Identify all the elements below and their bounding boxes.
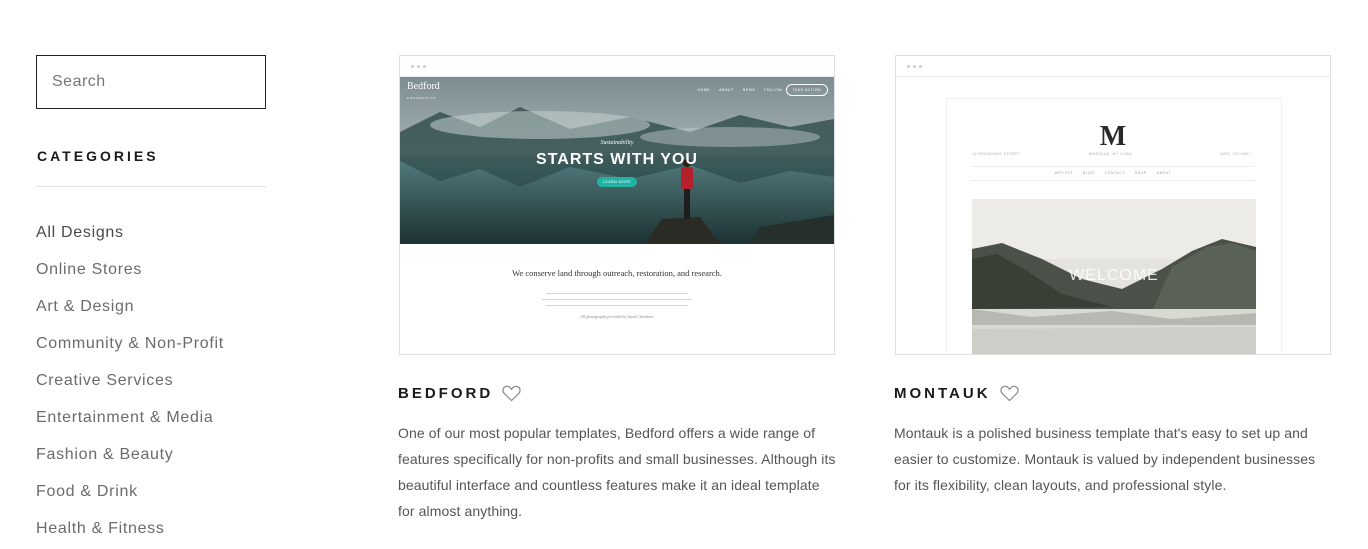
bedford-preview-eyebrow: Sustainability bbox=[600, 140, 634, 146]
category-community-non-profit[interactable]: Community & Non-Profit bbox=[36, 334, 224, 371]
montauk-preview-rule bbox=[971, 180, 1255, 181]
heart-icon[interactable] bbox=[999, 385, 1019, 402]
bedford-preview-credit: All photography provided by Jared Chambe… bbox=[580, 314, 654, 319]
template-name[interactable]: MONTAUK bbox=[894, 385, 991, 402]
montauk-preview-welcome: WELCOME bbox=[1069, 267, 1159, 284]
category-fashion-beauty[interactable]: Fashion & Beauty bbox=[36, 445, 224, 482]
montauk-preview-location: MONTAUK, NY 11954 bbox=[1089, 152, 1132, 156]
template-preview-bedford[interactable]: Bedford FOUNDATION HOME ABOUT NEWS FOLLO… bbox=[399, 55, 835, 355]
browser-dots bbox=[411, 65, 426, 68]
bedford-preview-text-line bbox=[546, 293, 688, 294]
montauk-preview-rule bbox=[971, 166, 1255, 167]
template-preview-montauk[interactable]: M 12 BROADWAY STREET MONTAUK, NY 11954 (… bbox=[895, 55, 1331, 355]
categories-divider bbox=[36, 186, 266, 187]
browser-bar bbox=[896, 56, 1330, 77]
category-entertainment-media[interactable]: Entertainment & Media bbox=[36, 408, 224, 445]
montauk-preview-phone: (555) 123-4567 bbox=[1220, 152, 1251, 156]
template-name[interactable]: BEDFORD bbox=[398, 385, 493, 402]
category-online-stores[interactable]: Online Stores bbox=[36, 260, 224, 297]
montauk-preview-address: 12 BROADWAY STREET bbox=[972, 152, 1021, 156]
bedford-preview-headline: STARTS WITH YOU bbox=[536, 151, 698, 168]
bedford-preview-text-line bbox=[546, 305, 688, 306]
search-input[interactable] bbox=[52, 73, 259, 91]
montauk-hero-image: WELCOME bbox=[972, 199, 1256, 354]
category-list: All Designs Online Stores Art & Design C… bbox=[36, 223, 224, 549]
template-card-bedford: Bedford FOUNDATION HOME ABOUT NEWS FOLLO… bbox=[398, 55, 836, 519]
montauk-preview-nav: ARTISTS BLOG CONTACT SHOP ABOUT bbox=[1054, 171, 1172, 175]
template-title-row: BEDFORD bbox=[398, 385, 521, 402]
template-description: One of our most popular templates, Bedfo… bbox=[398, 425, 836, 519]
template-title-row: MONTAUK bbox=[894, 385, 1019, 402]
heart-icon[interactable] bbox=[502, 385, 521, 402]
bedford-logo: Bedford FOUNDATION bbox=[407, 81, 440, 101]
category-food-drink[interactable]: Food & Drink bbox=[36, 482, 224, 519]
bedford-preview-button: LEARN MORE bbox=[597, 177, 637, 187]
browser-dots bbox=[907, 65, 922, 68]
search-box[interactable] bbox=[36, 55, 266, 109]
montauk-logo: M bbox=[1099, 121, 1127, 152]
bedford-preview-body-title: We conserve land through outreach, resto… bbox=[512, 268, 722, 278]
browser-bar bbox=[400, 56, 834, 77]
template-description: Montauk is a polished business template … bbox=[894, 425, 1316, 493]
bedford-hero-image: Bedford FOUNDATION HOME ABOUT NEWS FOLLO… bbox=[400, 77, 834, 244]
bedford-preview-text-line bbox=[542, 299, 692, 300]
bedford-preview-nav-button: TAKE ACTION bbox=[785, 84, 828, 96]
category-all-designs[interactable]: All Designs bbox=[36, 223, 224, 260]
categories-heading: CATEGORIES bbox=[37, 148, 159, 164]
bedford-preview-nav: HOME ABOUT NEWS FOLLOW bbox=[697, 88, 782, 92]
category-creative-services[interactable]: Creative Services bbox=[36, 371, 224, 408]
template-card-montauk: M 12 BROADWAY STREET MONTAUK, NY 11954 (… bbox=[894, 55, 1332, 493]
category-art-design[interactable]: Art & Design bbox=[36, 297, 224, 334]
category-health-fitness[interactable]: Health & Fitness bbox=[36, 519, 224, 549]
